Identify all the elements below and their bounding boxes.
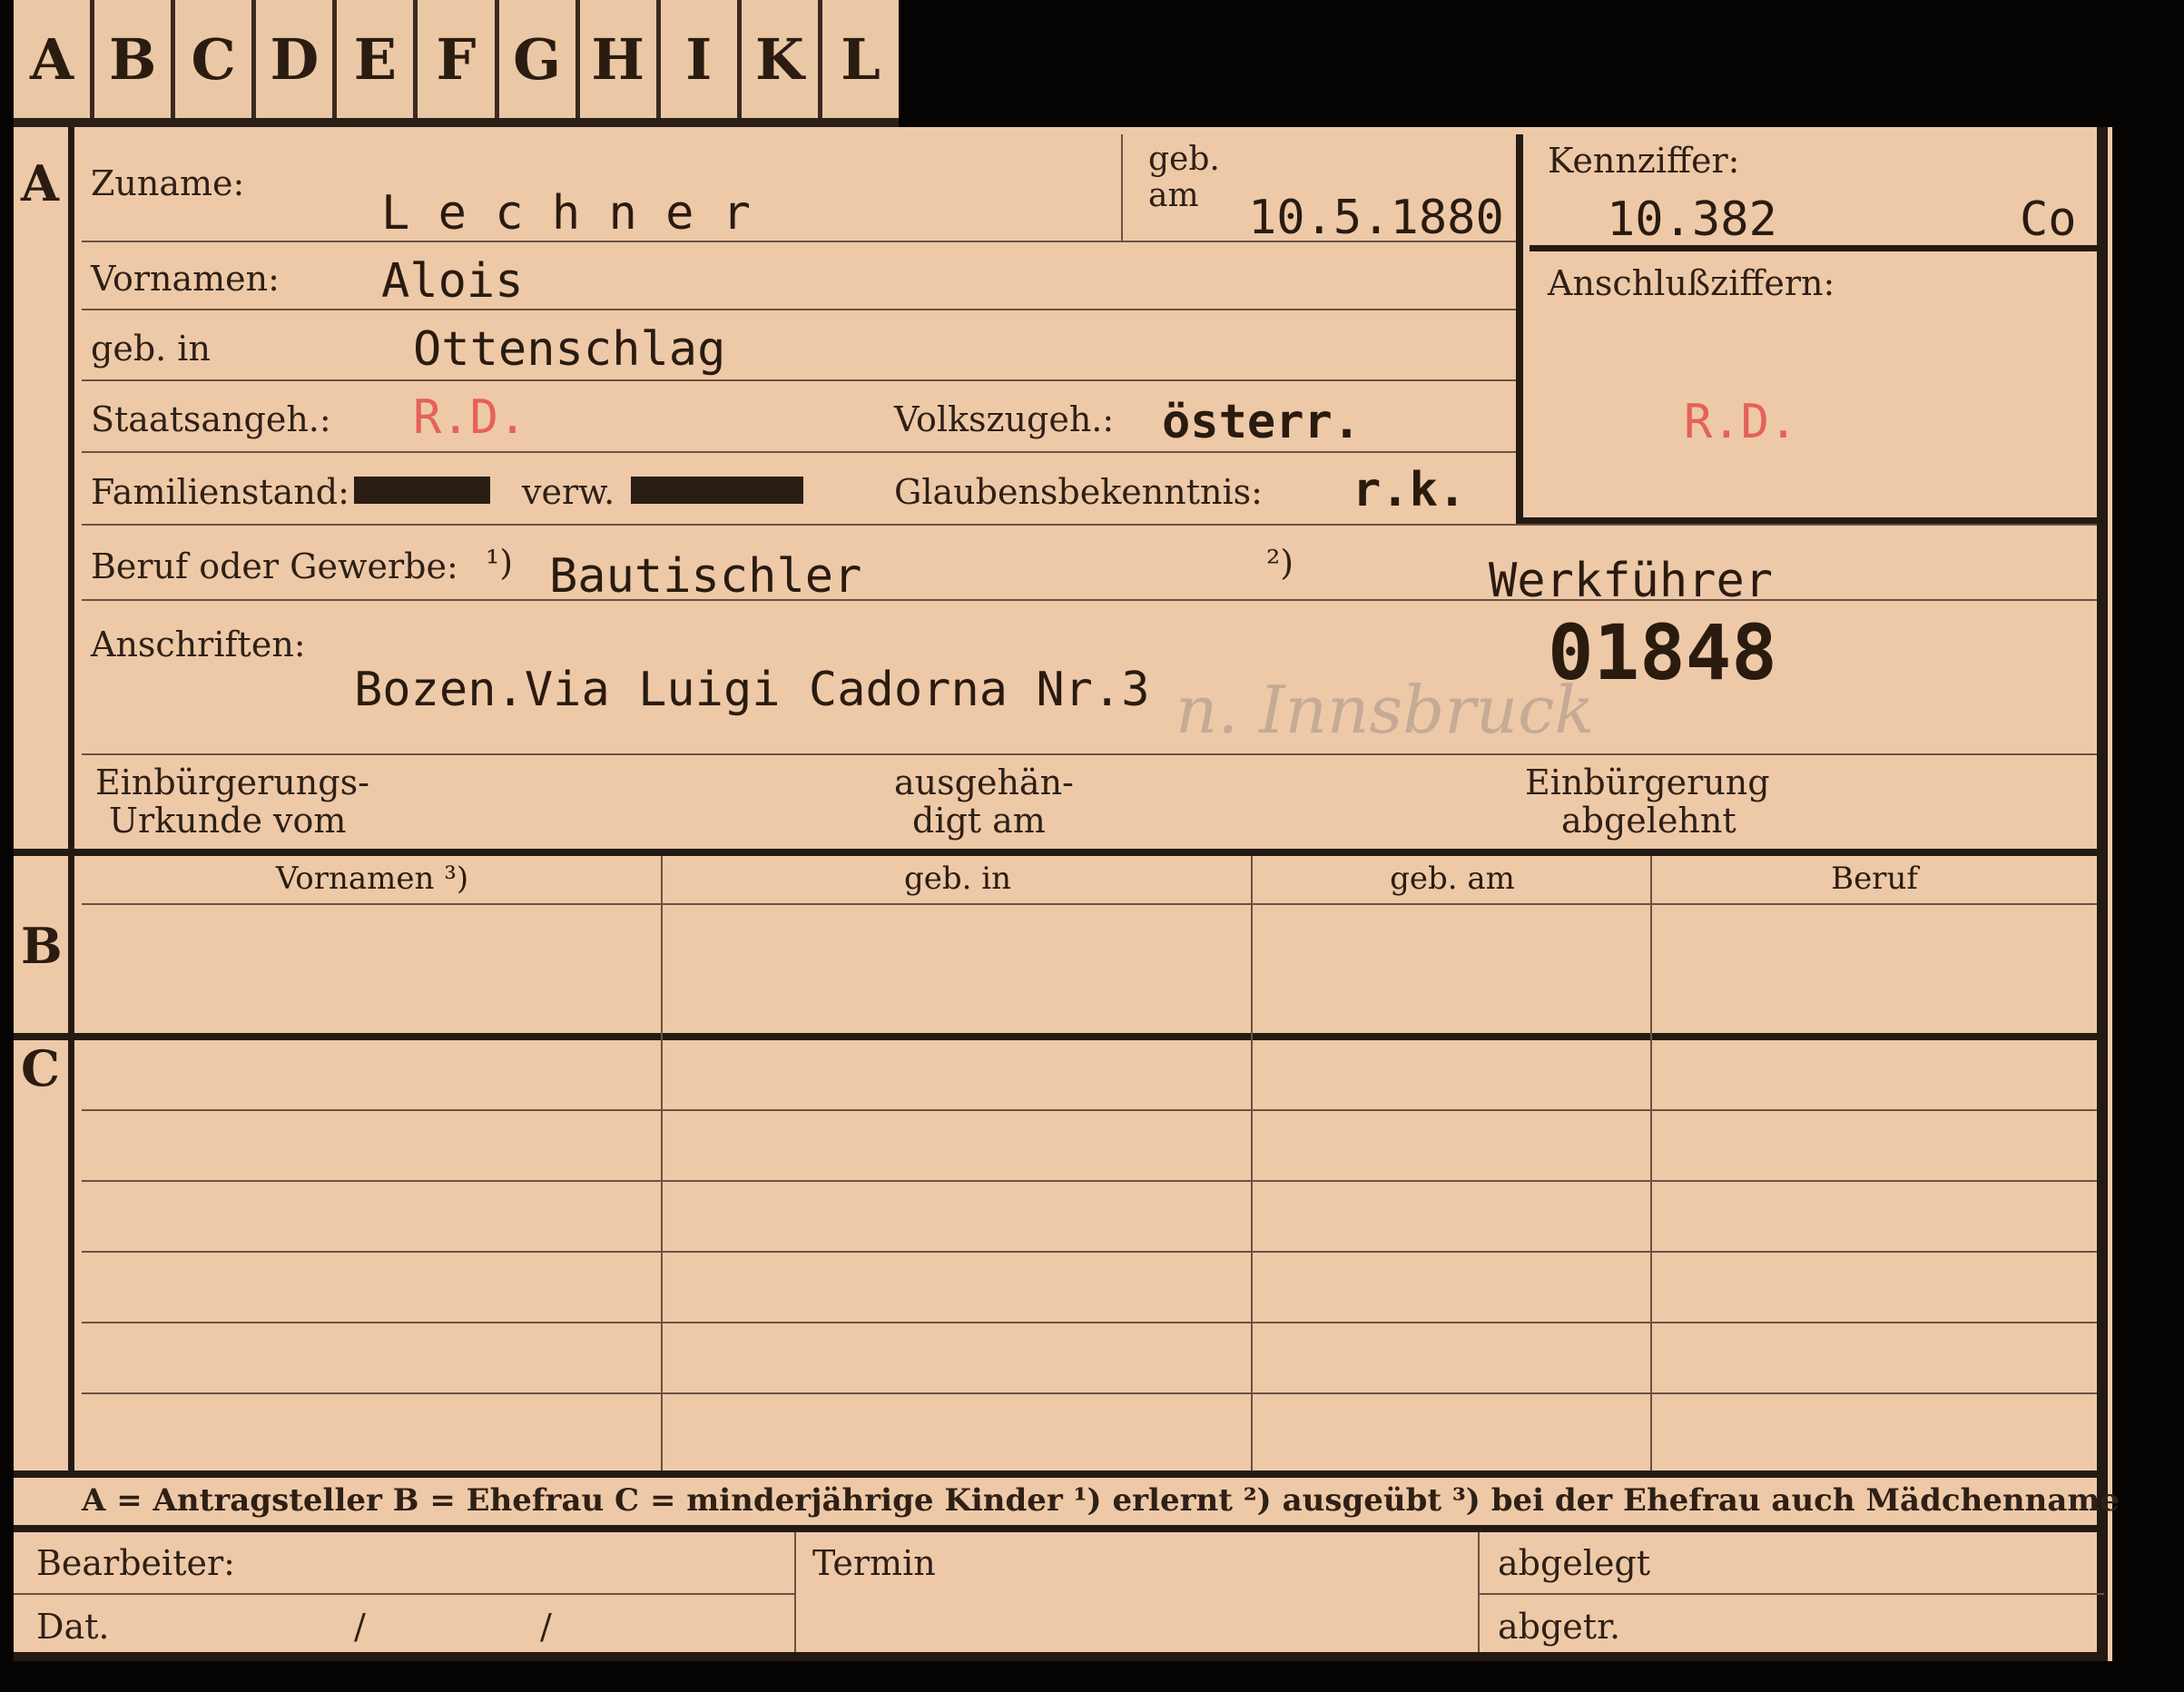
label-beruf: Beruf oder Gewerbe:: [91, 546, 458, 586]
value-geb-am: 10.5.1880: [1248, 191, 1504, 245]
struck-geschieden: [631, 477, 803, 504]
index-tab-k: K: [742, 0, 822, 118]
dat-separator-2: /: [540, 1607, 552, 1647]
th-geb-in: geb. in: [903, 861, 1012, 897]
label-zuname: Zuname:: [91, 163, 245, 203]
label-anschlussziffern: Anschlußziffern:: [1548, 263, 1835, 303]
index-tab-d: D: [256, 0, 338, 118]
value-glaubensbekenntnis: r.k.: [1353, 463, 1467, 517]
label-verw: verw.: [522, 472, 615, 512]
label-anschriften: Anschriften:: [91, 625, 306, 664]
section-b-letter: B: [21, 917, 63, 975]
index-tabs: ABCDEFGHIKL: [14, 0, 899, 127]
index-tab-i: I: [661, 0, 742, 118]
index-tab-g: G: [499, 0, 580, 118]
index-tab-l: L: [841, 25, 880, 93]
kennziffer-box: [1516, 134, 2106, 525]
value-beruf-erlernt: Bautischler: [549, 549, 862, 604]
label-volkszugeh: Volkszugeh.:: [894, 399, 1115, 439]
label-kennziffer: Kennziffer:: [1548, 141, 1740, 181]
label-abgetr: abgetr.: [1498, 1607, 1621, 1647]
value-volkszugeh: österr.: [1162, 395, 1362, 449]
label-ausgehaendigt-2: digt am: [912, 801, 1046, 841]
index-tab-a: A: [14, 0, 95, 118]
handwritten-note: n. Innsbruck: [1176, 672, 1595, 748]
label-abgelegt: abgelegt: [1498, 1543, 1651, 1583]
label-vornamen: Vornamen:: [91, 259, 280, 299]
stamp-staatsangeh: R.D.: [413, 390, 527, 445]
th-geb-am: geb. am: [1390, 861, 1515, 897]
value-geb-in: Ottenschlag: [413, 322, 726, 377]
index-tab-f: F: [418, 0, 499, 118]
value-beruf-ausgeuebt: Werkführer: [1489, 554, 1774, 608]
value-zuname: L e c h n e r: [381, 186, 751, 241]
footnote-2: ²): [1266, 543, 1294, 583]
label-einbuergerung-urkunde-2: Urkunde vom: [109, 801, 347, 841]
stamp-anschluss: R.D.: [1684, 395, 1798, 449]
legend: A = Antragsteller B = Ehefrau C = minder…: [82, 1482, 2120, 1519]
label-dat: Dat.: [36, 1607, 110, 1647]
th-beruf: Beruf: [1831, 861, 1918, 897]
section-c-letter: C: [21, 1039, 60, 1097]
index-tab-b: B: [94, 0, 176, 118]
value-kennziffer-suffix: Co: [2020, 192, 2077, 247]
footnote-1: ¹): [486, 543, 514, 583]
index-tab-e: E: [337, 0, 418, 118]
struck-ledig: [354, 477, 490, 504]
th-vornamen: Vornamen ³): [275, 861, 469, 897]
value-anschrift: Bozen.Via Luigi Cadorna Nr.3: [354, 663, 1150, 717]
section-a-letter: A: [21, 154, 59, 212]
label-termin: Termin: [812, 1543, 936, 1583]
label-staatsangeh: Staatsangeh.:: [91, 399, 331, 439]
label-einbuergerung-abgelehnt-2: abgelehnt: [1561, 801, 1736, 841]
value-vornamen: Alois: [381, 254, 524, 309]
registration-card: A B C Zuname: L e c h n e r geb. am 10.5…: [14, 127, 2120, 1661]
value-kennziffer: 10.382: [1607, 192, 1777, 247]
label-bearbeiter: Bearbeiter:: [36, 1543, 235, 1583]
label-geb-in: geb. in: [91, 329, 211, 369]
label-einbuergerung-abgelehnt-1: Einbürgerung: [1525, 762, 1770, 802]
label-einbuergerung-urkunde-1: Einbürgerungs-: [95, 762, 369, 802]
label-glaubensbekenntnis: Glaubensbekenntnis:: [894, 472, 1263, 512]
label-ausgehaendigt-1: ausgehän-: [894, 762, 1074, 802]
index-tab-h: H: [580, 0, 661, 118]
label-geb-am-1: geb.: [1148, 141, 1220, 178]
index-tab-c: C: [175, 0, 257, 118]
label-familienstand: Familienstand:: [91, 472, 349, 512]
dat-separator-1: /: [354, 1607, 366, 1647]
label-geb-am-2: am: [1148, 177, 1199, 214]
